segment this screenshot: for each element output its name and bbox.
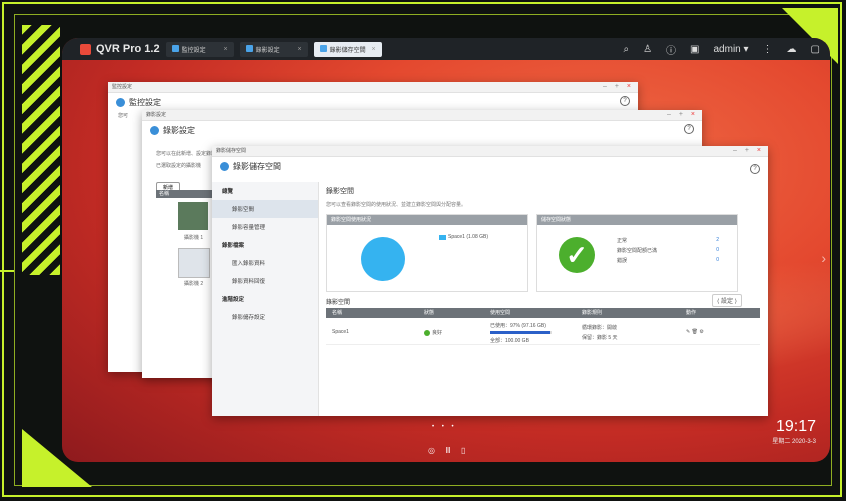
tab-recording-storage[interactable]: 錄影儲存空間 × [313,41,382,57]
window-heading: 錄影設定 ? [142,121,702,140]
lock-icon[interactable]: ▢ [811,44,820,55]
tab-app-icon [245,44,253,52]
stat-row: 2 正常 [617,237,719,244]
ok-icon [424,329,430,336]
window-titlebar: 監控設定 – + × [108,82,638,93]
main-content: 錄影空間 您可以查看錄影空間的使用狀況、並建立錄影空間與分配容量。 錄影空間使用… [326,182,760,416]
help-icon[interactable]: ? [620,96,630,106]
tab-recording-settings[interactable]: 錄影設定 × [239,41,308,57]
total-text: 全部：100.00 GB [490,338,529,344]
sidebar-item-recording-space[interactable]: 錄影空間 [212,200,318,218]
space-name: Space1 [332,329,349,335]
camera-thumbnail[interactable] [178,202,208,230]
col-status: 狀態 [424,310,435,316]
sidebar-item-capacity[interactable]: 錄影容量管理 [212,218,318,236]
panel-title: 儲存空間狀態 [537,215,737,225]
close-icon[interactable]: × [297,46,301,53]
window-controls[interactable]: – + × [667,110,698,120]
window-controls[interactable]: – + × [603,82,634,92]
sidebar-group-files[interactable]: 錄影檔案 [212,236,318,254]
clock-date: 星期二 2020-3-3 [772,439,816,445]
storage-icon [220,162,229,171]
stat-row: 0 錄影空間配額已滿 [617,247,719,254]
decorative-line [0,270,14,272]
close-icon[interactable]: × [223,46,227,53]
rule-retain: 保留：錄影 5 天 [582,335,618,341]
search-icon[interactable]: ⌕ [623,44,629,55]
rule-cycle: 循環錄影：開啟 [582,325,618,331]
help-icon[interactable]: ? [684,124,694,134]
col-used: 使用空間 [490,310,511,316]
window-recording-storage: 錄影儲存空間 – + × 錄影儲存空間 ? 總覽 錄影空間 錄影容量管理 錄影檔… [212,146,768,416]
user-menu[interactable]: admin ▾ [714,44,749,55]
check-icon: ✓ [559,237,595,273]
used-text: 已使用：97% (97.16 GB) [490,323,546,329]
app-logo[interactable]: QVR Pro 1.2 [80,43,160,55]
status-panel: 儲存空間狀態 ✓ 2 正常 0 錄影空間配額已滿 0 錯誤 [536,214,738,292]
action-icons[interactable]: ✎ 🗑 ⚙ [686,329,704,335]
panel-title: 錄影空間使用狀況 [327,215,527,225]
camera-name: 攝影機 1 [184,235,204,241]
selected-camera-text: 已選取設定的攝影機 [156,163,202,169]
info-icon[interactable]: ⓘ [666,42,676,57]
sidebar-item-import[interactable]: 匯入錄影資料 [212,254,318,272]
page-description: 您可以查看錄影空間的使用狀況、並建立錄影空間與分配容量。 [326,202,467,208]
camera-icon [150,126,159,135]
window-controls[interactable]: – + × [733,146,764,156]
tab-app-icon [319,44,327,52]
col-rule: 錄影規則 [582,310,603,316]
sidebar-group-overview[interactable]: 總覽 [212,182,318,200]
settings-button[interactable]: ⟨ 設定 ⟩ [711,294,742,307]
col-actions: 動作 [686,310,697,316]
help-icon[interactable]: ? [750,164,760,174]
clock-time: 19:17 [775,418,816,435]
legend-label: Space1 (1.08 GB) [448,234,489,240]
window-titlebar: 錄影設定 – + × [142,110,702,121]
status-badge: 良好 [424,329,442,336]
sidebar-item-restore[interactable]: 錄影資料回復 [212,272,318,290]
sidebar-group-advanced[interactable]: 進階設定 [212,290,318,308]
cloud-icon[interactable]: ☁ [787,44,797,55]
desktop-clock: 19:17 星期二 2020-3-3 [772,418,816,445]
monitor-icon[interactable]: ▣ [690,44,699,55]
space-section-title: 錄影空間 [326,300,351,306]
app-name: QVR Pro 1.2 [96,43,160,55]
camera-thumbnail[interactable] [178,248,210,278]
chevron-right-icon[interactable]: › [821,250,826,266]
close-icon[interactable]: × [371,46,375,53]
top-right-tools: ⌕ ♙ ⓘ ▣ admin ▾ ⋮ ☁ ▢ [623,42,820,57]
top-bar: QVR Pro 1.2 監控設定 × 錄影設定 × 錄影儲存空間 × ⌕ ♙ ⓘ… [62,38,830,60]
user-group-icon[interactable]: ♙ [643,44,652,55]
col-name: 名稱 [332,310,343,316]
camera-name: 攝影機 2 [184,281,204,287]
tab-monitor-settings[interactable]: 監控設定 × [165,41,234,57]
dock-icons[interactable]: ◎ Ⅲ ▯ [428,446,469,455]
window-titlebar: 錄影儲存空間 – + × [212,146,768,157]
tab-app-icon [171,44,179,52]
qvr-logo-icon [80,43,91,55]
stat-row: 0 錯誤 [617,257,719,264]
legend-swatch [439,235,446,240]
desktop-screen: QVR Pro 1.2 監控設定 × 錄影設定 × 錄影儲存空間 × ⌕ ♙ ⓘ… [62,38,830,462]
usage-bar-fill [490,331,551,334]
sidebar-item-storage-settings[interactable]: 錄影儲存設定 [212,308,318,326]
camera-table-header: 名稱 [156,190,219,198]
usage-bar [490,331,552,334]
sidebar: 總覽 錄影空間 錄影容量管理 錄影檔案 匯入錄影資料 錄影資料回復 進階設定 錄… [212,182,319,416]
space-table-header: 名稱 狀態 使用空間 錄影規則 動作 [326,308,760,318]
usage-panel: 錄影空間使用狀況 Space1 (1.08 GB) [326,214,528,292]
hatch-stripe-decoration [22,25,60,275]
more-icon[interactable]: ⋮ [763,44,773,55]
usage-pie-chart [361,237,405,281]
window-heading: 錄影儲存空間 ? [212,157,768,176]
page-indicator[interactable]: • • • [432,424,457,430]
settings-icon [116,98,125,107]
page-title: 錄影空間 [326,188,354,195]
table-row[interactable]: Space1 良好 已使用：97% (97.16 GB) 全部：100.00 G… [326,320,760,345]
